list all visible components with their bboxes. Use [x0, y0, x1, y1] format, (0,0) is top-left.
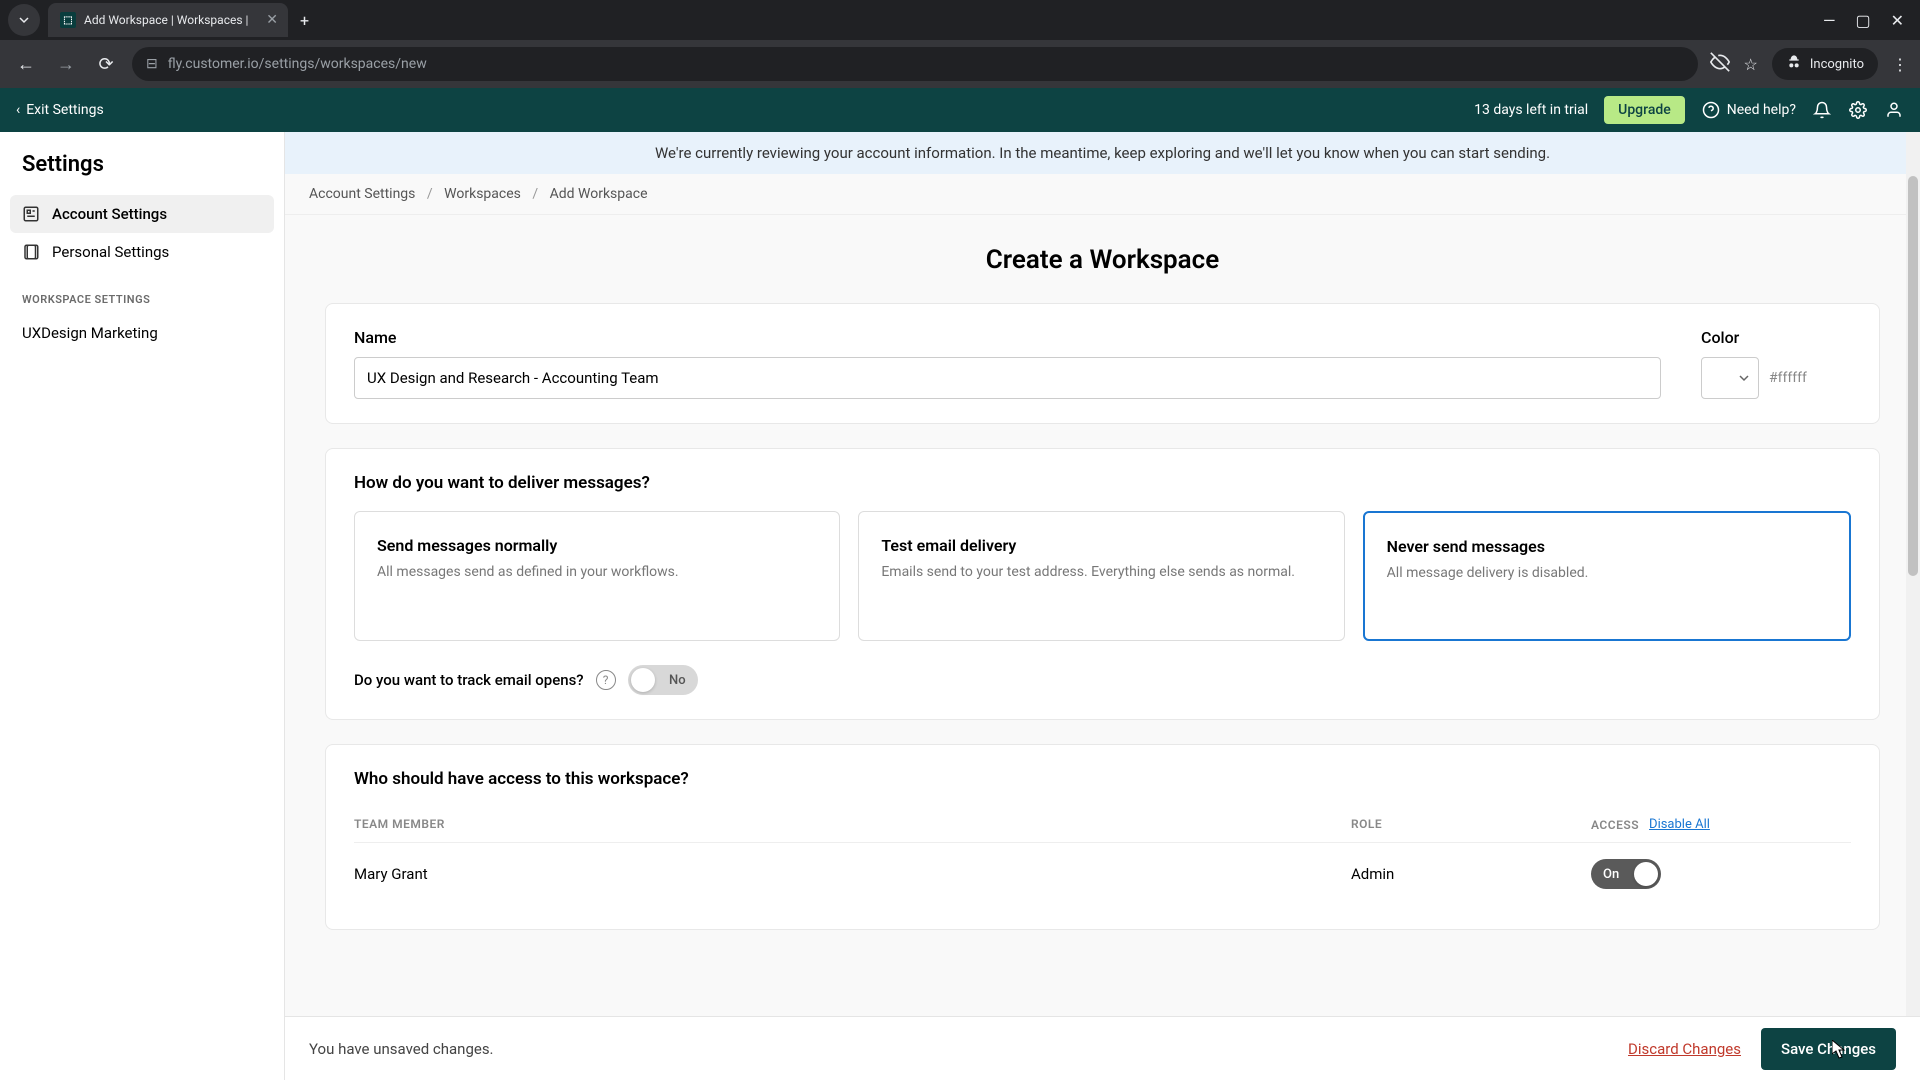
forward-button[interactable]: →: [52, 54, 80, 75]
save-changes-button[interactable]: Save Changes: [1761, 1028, 1896, 1070]
chevron-down-icon: [1738, 369, 1750, 388]
maximize-icon[interactable]: ▢: [1855, 11, 1870, 30]
browser-tab[interactable]: ⬚ Add Workspace | Workspaces | ✕: [48, 3, 288, 37]
breadcrumb-sep: /: [427, 186, 433, 202]
scrollbar-thumb[interactable]: [1908, 176, 1918, 576]
delivery-option-title: Test email delivery: [881, 536, 1321, 555]
workspace-name-input[interactable]: [354, 357, 1661, 399]
need-help-link[interactable]: Need help?: [1701, 100, 1796, 120]
close-window-icon[interactable]: ✕: [1891, 11, 1904, 30]
back-button[interactable]: ←: [12, 54, 40, 75]
new-tab-button[interactable]: +: [300, 11, 309, 30]
upgrade-button[interactable]: Upgrade: [1604, 96, 1685, 124]
address-bar[interactable]: ⊟ fly.customer.io/settings/workspaces/ne…: [132, 47, 1698, 81]
sidebar: Settings Account Settings Personal Setti…: [0, 132, 285, 1080]
col-role-header: ROLE: [1351, 817, 1591, 832]
delivery-option-test[interactable]: Test email delivery Emails send to your …: [858, 511, 1344, 641]
account-icon: [22, 205, 40, 223]
toggle-value: No: [669, 673, 686, 688]
sidebar-item-label: UXDesign Marketing: [22, 324, 158, 342]
browser-toolbar: ← → ⟳ ⊟ fly.customer.io/settings/workspa…: [0, 40, 1920, 88]
unsaved-text: You have unsaved changes.: [309, 1040, 494, 1058]
breadcrumb-current: Add Workspace: [550, 186, 648, 202]
incognito-badge[interactable]: Incognito: [1772, 48, 1878, 80]
breadcrumb-sep: /: [532, 186, 538, 202]
track-opens-toggle[interactable]: No: [628, 665, 698, 695]
name-color-card: Name Color #ffffff: [325, 303, 1880, 424]
sidebar-item-account-settings[interactable]: Account Settings: [10, 195, 274, 233]
delivery-option-never[interactable]: Never send messages All message delivery…: [1363, 511, 1851, 641]
discard-changes-link[interactable]: Discard Changes: [1628, 1040, 1741, 1058]
bell-icon[interactable]: [1812, 100, 1832, 120]
app-root: ‹ Exit Settings 13 days left in trial Up…: [0, 88, 1920, 1080]
exit-settings-label: Exit Settings: [26, 102, 103, 118]
chevron-left-icon: ‹: [16, 102, 20, 118]
delivery-option-title: Send messages normally: [377, 536, 817, 555]
exit-settings-link[interactable]: ‹ Exit Settings: [16, 102, 104, 118]
sidebar-item-workspace[interactable]: UXDesign Marketing: [10, 314, 274, 352]
delivery-option-desc: All messages send as defined in your wor…: [377, 563, 817, 583]
access-card: Who should have access to this workspace…: [325, 744, 1880, 930]
name-label: Name: [354, 328, 1661, 347]
delivery-option-normal[interactable]: Send messages normally All messages send…: [354, 511, 840, 641]
review-banner: We're currently reviewing your account i…: [285, 132, 1920, 174]
page-title: Create a Workspace: [325, 245, 1880, 275]
color-picker[interactable]: [1701, 357, 1759, 399]
tab-search-button[interactable]: [8, 4, 40, 36]
breadcrumb: Account Settings / Workspaces / Add Work…: [285, 174, 1920, 215]
breadcrumb-workspaces[interactable]: Workspaces: [444, 186, 521, 202]
trial-days-text: 13 days left in trial: [1474, 102, 1588, 118]
incognito-label: Incognito: [1810, 57, 1864, 72]
table-row: Mary Grant Admin On: [354, 843, 1851, 905]
disable-all-link[interactable]: Disable All: [1649, 817, 1710, 832]
bookmark-star-icon[interactable]: ☆: [1744, 55, 1758, 74]
delivery-option-desc: Emails send to your test address. Everyt…: [881, 563, 1321, 583]
sidebar-item-personal-settings[interactable]: Personal Settings: [10, 233, 274, 271]
reload-button[interactable]: ⟳: [92, 54, 120, 75]
personal-icon: [22, 243, 40, 261]
col-member-header: TEAM MEMBER: [354, 817, 1351, 832]
user-icon[interactable]: [1884, 100, 1904, 120]
access-toggle-value: On: [1603, 867, 1619, 882]
delivery-option-title: Never send messages: [1387, 537, 1827, 556]
tab-close-icon[interactable]: ✕: [266, 12, 278, 28]
sidebar-section-header: WORKSPACE SETTINGS: [10, 271, 274, 314]
browser-tab-strip: ⬚ Add Workspace | Workspaces | ✕ + ― ▢ ✕: [0, 0, 1920, 40]
main-content: We're currently reviewing your account i…: [285, 132, 1920, 1080]
window-controls: ― ▢ ✕: [1823, 11, 1920, 30]
toggle-knob: [1634, 862, 1658, 886]
sidebar-item-label: Personal Settings: [52, 243, 169, 261]
need-help-label: Need help?: [1727, 102, 1796, 118]
tab-title: Add Workspace | Workspaces |: [84, 13, 258, 27]
delivery-option-desc: All message delivery is disabled.: [1387, 564, 1827, 584]
delivery-card: How do you want to deliver messages? Sen…: [325, 448, 1880, 720]
sidebar-title: Settings: [10, 152, 274, 195]
app-header: ‹ Exit Settings 13 days left in trial Up…: [0, 88, 1920, 132]
incognito-icon: [1786, 54, 1802, 74]
scrollbar[interactable]: [1906, 132, 1920, 1080]
gear-icon[interactable]: [1848, 100, 1868, 120]
color-hex-text: #ffffff: [1769, 370, 1807, 386]
access-heading: Who should have access to this workspace…: [354, 769, 1851, 789]
color-label: Color: [1701, 328, 1851, 347]
member-name: Mary Grant: [354, 865, 1351, 883]
browser-menu-icon[interactable]: ⋮: [1892, 55, 1908, 74]
delivery-heading: How do you want to deliver messages?: [354, 473, 1851, 493]
eye-off-icon[interactable]: [1710, 52, 1730, 76]
col-access-header: ACCESS: [1591, 818, 1639, 832]
toggle-knob: [631, 668, 655, 692]
help-circle-icon: [1701, 100, 1721, 120]
breadcrumb-account[interactable]: Account Settings: [309, 186, 415, 202]
sidebar-item-label: Account Settings: [52, 205, 167, 223]
help-circle-icon[interactable]: ?: [596, 670, 616, 690]
unsaved-footer: You have unsaved changes. Discard Change…: [285, 1016, 1920, 1080]
minimize-icon[interactable]: ―: [1823, 11, 1836, 30]
tab-favicon-icon: ⬚: [60, 12, 76, 28]
member-role: Admin: [1351, 865, 1591, 883]
url-text: fly.customer.io/settings/workspaces/new: [168, 56, 427, 72]
site-info-icon[interactable]: ⊟: [146, 56, 158, 72]
access-toggle[interactable]: On: [1591, 859, 1661, 889]
track-opens-label: Do you want to track email opens?: [354, 671, 584, 689]
